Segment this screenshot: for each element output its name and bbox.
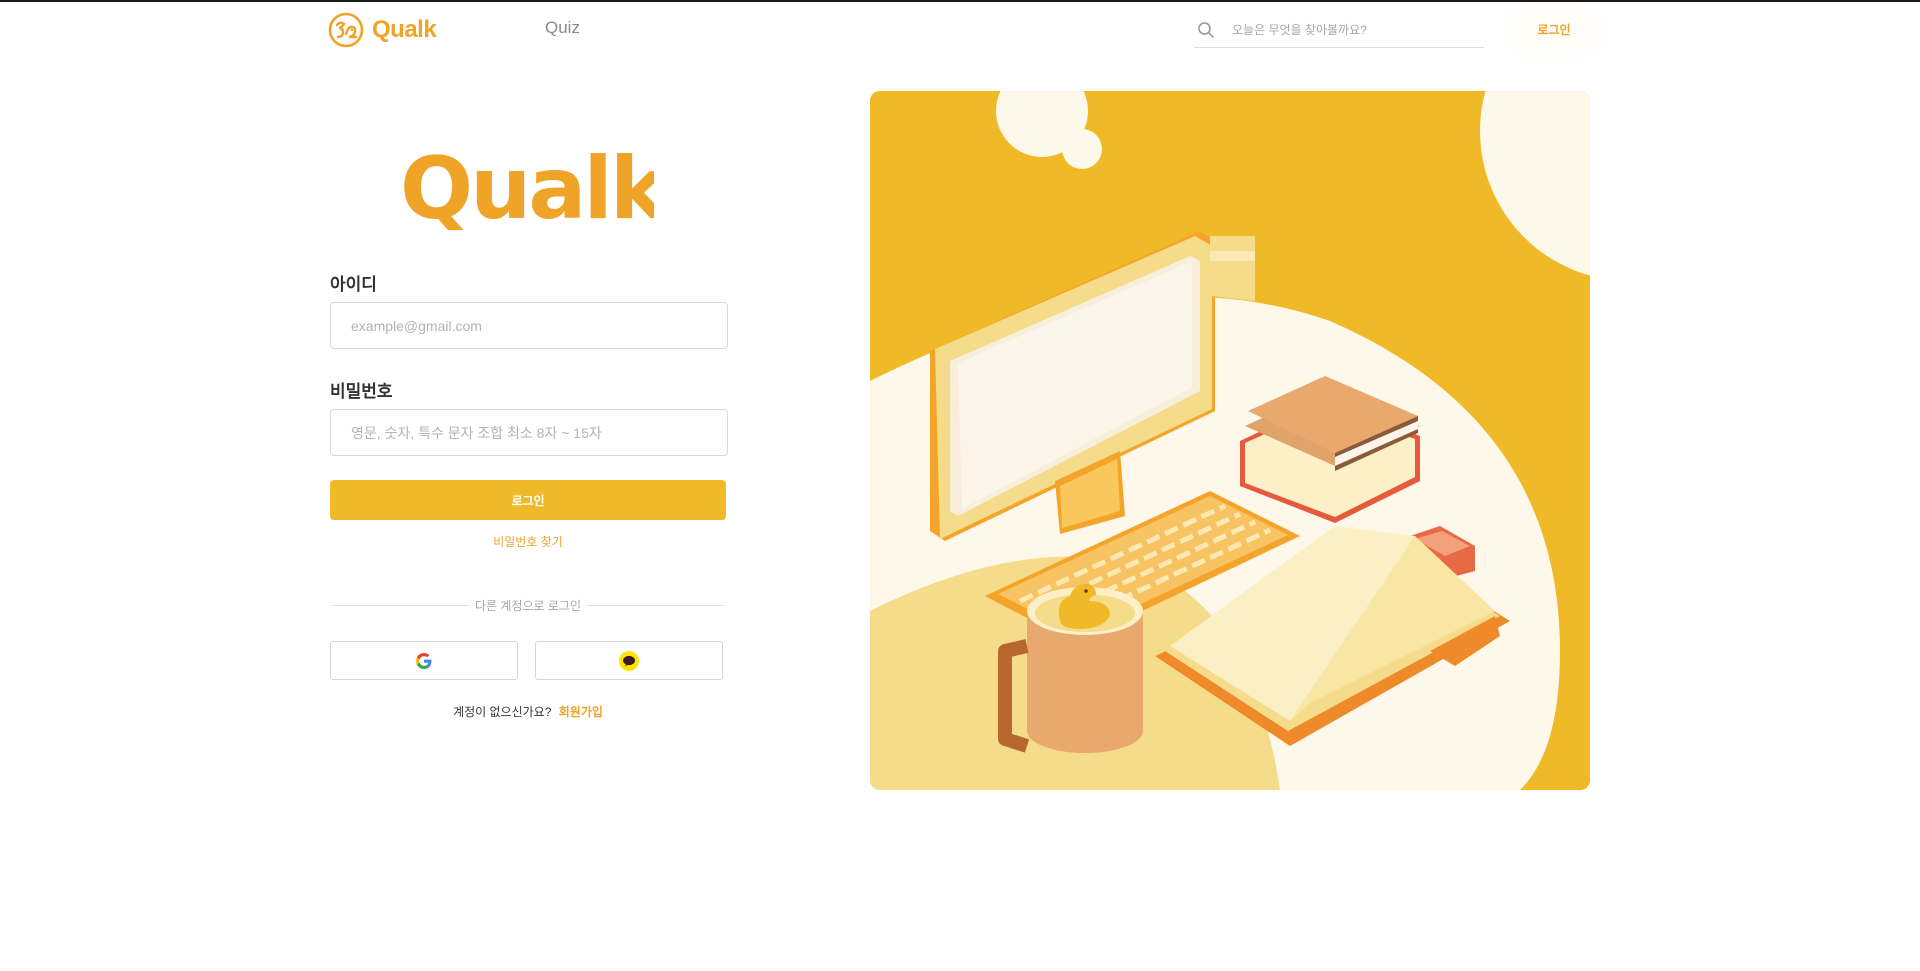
password-input[interactable] [330,409,728,456]
desk-illustration-icon [870,91,1590,790]
header-logo-text: Qualk [372,16,437,43]
header-logo[interactable]: Qualk [328,12,437,48]
site-header: Qualk Quiz 로그인 [0,2,1920,54]
social-divider: 다른 계정으로 로그인 [332,597,724,613]
search-input[interactable] [1232,22,1472,37]
google-icon [416,652,432,669]
header-login-button[interactable]: 로그인 [1518,14,1590,44]
kakao-icon [619,650,639,671]
find-password-link[interactable]: 비밀번호 찾기 [493,533,563,550]
nav-quiz-link[interactable]: Quiz [545,18,580,38]
divider-line-left [332,604,469,606]
brand-logo: Qualk [400,139,672,245]
google-login-button[interactable] [330,641,518,680]
id-label: 아이디 [330,275,377,294]
search-icon[interactable] [1196,20,1216,40]
qualk-wordmark-icon: Qualk [400,139,672,239]
password-label: 비밀번호 [330,382,393,401]
id-input[interactable] [330,302,728,349]
duck-logo-icon [328,12,364,48]
hero-illustration [870,91,1590,790]
divider-text: 다른 계정으로 로그인 [474,598,582,613]
search-bar [1194,12,1484,48]
signup-link[interactable]: 회원가입 [559,705,603,719]
signup-prompt: 계정이 없으신가요? [453,705,552,719]
divider-line-right [587,604,724,606]
kakao-login-button[interactable] [535,641,723,680]
login-submit-button[interactable]: 로그인 [330,480,726,520]
brand-logo-text: Qualk [400,150,654,230]
